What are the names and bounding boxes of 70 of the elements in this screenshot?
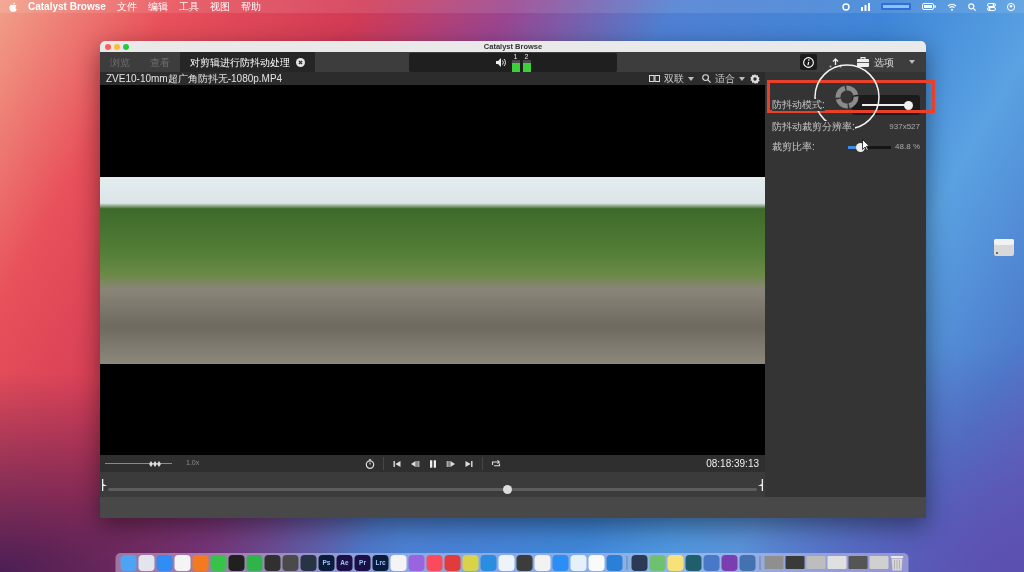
info-button[interactable]: [800, 54, 817, 70]
window-thumbnail[interactable]: [869, 556, 889, 569]
timecode: 08:18:39:13: [706, 457, 760, 471]
app-icon[interactable]: [631, 554, 648, 571]
window-thumbnail[interactable]: [785, 556, 805, 569]
loop-icon[interactable]: [490, 458, 501, 469]
user-icon[interactable]: [1007, 2, 1015, 11]
window-minimize-icon[interactable]: [114, 43, 120, 50]
app-icon[interactable]: [739, 554, 756, 571]
app-icon[interactable]: [228, 554, 245, 571]
setting-label: 裁剪比率:: [772, 141, 815, 153]
in-point-marker-icon[interactable]: [102, 478, 107, 491]
wifi-icon[interactable]: [947, 2, 957, 11]
close-icon[interactable]: [296, 57, 305, 67]
pause-icon[interactable]: [427, 458, 438, 469]
search-icon[interactable]: [968, 2, 976, 11]
toolbox-button[interactable]: 选项: [854, 54, 897, 70]
zoom-dropdown[interactable]: 适合: [699, 72, 748, 85]
window-zoom-icon[interactable]: [123, 43, 129, 50]
slider-reading: 48.8 %: [895, 141, 920, 153]
level-bars-icon[interactable]: [881, 3, 911, 10]
apple-icon[interactable]: [9, 1, 17, 12]
trash-icon[interactable]: [890, 554, 904, 571]
app-icon[interactable]: [516, 554, 533, 571]
app-icon[interactable]: [721, 554, 738, 571]
upload-icon: [829, 56, 842, 68]
app-icon[interactable]: [174, 554, 191, 571]
briefcase-icon: [857, 57, 869, 67]
layout-dropdown[interactable]: 双联: [646, 72, 697, 85]
tab[interactable]: 对剪辑进行防抖动处理: [180, 52, 315, 72]
skip-end-icon[interactable]: [463, 458, 474, 469]
setting-label: 防抖动裁剪分辨率:: [772, 121, 855, 133]
cursor-icon: [862, 139, 870, 151]
gear-icon[interactable]: [750, 73, 760, 84]
hard-drive-icon[interactable]: [993, 236, 1015, 258]
menu-item[interactable]: 帮助: [240, 0, 261, 13]
caret-icon: [909, 60, 915, 64]
window-thumbnail[interactable]: [848, 556, 868, 569]
search-icon: [702, 74, 711, 83]
dual-view-icon: [649, 75, 660, 82]
playhead-thumb[interactable]: [502, 484, 512, 494]
clip-filename: ZVE10-10mm超广角防抖无-1080p.MP4: [106, 72, 283, 85]
window-thumbnail[interactable]: [827, 556, 847, 569]
battery-icon[interactable]: [922, 3, 936, 10]
circle-icon[interactable]: [842, 2, 850, 11]
info-icon: [803, 56, 814, 68]
skip-start-icon[interactable]: [391, 458, 402, 469]
step-forward-icon[interactable]: [445, 458, 456, 469]
caret-icon: [739, 76, 745, 81]
setting-value: 937x527: [889, 121, 920, 133]
speed-slider[interactable]: [105, 459, 172, 468]
app-icon[interactable]: [300, 554, 317, 571]
app-icon[interactable]: [685, 554, 702, 571]
target-icon: [835, 85, 859, 109]
app-icon[interactable]: [282, 554, 299, 571]
timer-icon[interactable]: [364, 458, 375, 469]
speaker-icon: [495, 58, 506, 67]
window-close-icon[interactable]: [105, 43, 111, 50]
window-thumbnail[interactable]: [764, 556, 784, 569]
setting-label: 防抖动模式:: [772, 99, 825, 111]
out-point-marker-icon[interactable]: [758, 478, 763, 491]
toggle-thumb[interactable]: [904, 100, 913, 110]
app-icon[interactable]: [138, 554, 155, 571]
app-icon[interactable]: [264, 554, 281, 571]
window-thumbnail[interactable]: [806, 556, 826, 569]
step-back-icon[interactable]: [409, 458, 420, 469]
caret-icon: [688, 76, 694, 81]
speed-slider-thumb[interactable]: [149, 460, 162, 467]
bar-chart-icon[interactable]: [861, 2, 870, 11]
control-center-icon[interactable]: [987, 2, 996, 11]
